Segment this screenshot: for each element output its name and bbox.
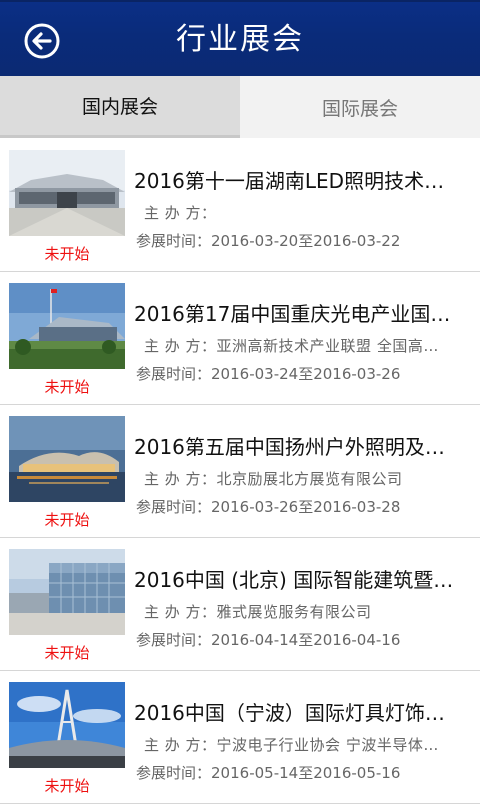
dates-label: 参展时间： [136,365,212,383]
expo-title: 2016第十一届湖南LED照明技术… [134,169,445,193]
dates-value: 2016-05-14至2016-05-16 [211,764,401,782]
expo-list: 未开始 2016第十一届湖南LED照明技术… 主 办 方： 参展时间：2016-… [0,139,480,804]
expo-dates: 参展时间：2016-03-20至2016-03-22 [136,230,466,251]
status-badge: 未开始 [44,511,90,529]
status-badge: 未开始 [44,644,90,662]
expo-thumbnail [9,283,125,369]
organizer-label: 主 办 方： [144,470,217,488]
tab-bar: 国内展会 国际展会 [0,76,480,138]
expo-list-item[interactable]: 未开始 2016中国 (北京) 国际智能建筑暨… 主 办 方：雅式展览服务有限公… [0,538,480,671]
app-header: 行业展会 [0,0,480,76]
tab-international-expos[interactable]: 国际展会 [240,76,480,138]
expo-thumbnail [9,549,125,635]
expo-title: 2016中国（宁波）国际灯具灯饰… [134,701,445,725]
status-badge: 未开始 [44,378,90,396]
expo-thumbnail [9,416,125,502]
expo-dates: 参展时间：2016-03-26至2016-03-28 [136,496,466,517]
organizer-label: 主 办 方： [144,736,217,754]
expo-thumbnail [9,150,125,236]
expo-organizer: 主 办 方：宁波电子行业协会 宁波半导体… [144,734,466,755]
tab-domestic-expos[interactable]: 国内展会 [0,76,240,138]
organizer-label: 主 办 方： [144,204,217,222]
expo-list-item[interactable]: 未开始 2016第17届中国重庆光电产业国… 主 办 方：亚洲高新技术产业联盟 … [0,272,480,405]
expo-list-item[interactable]: 未开始 2016第十一届湖南LED照明技术… 主 办 方： 参展时间：2016-… [0,139,480,272]
expo-title: 2016第五届中国扬州户外照明及… [134,435,445,459]
status-badge: 未开始 [44,245,90,263]
dates-value: 2016-03-20至2016-03-22 [211,232,401,250]
expo-thumbnail [9,682,125,768]
dates-label: 参展时间： [136,498,212,516]
expo-title: 2016第17届中国重庆光电产业国… [134,302,451,326]
expo-dates: 参展时间：2016-04-14至2016-04-16 [136,629,466,650]
expo-dates: 参展时间：2016-05-14至2016-05-16 [136,762,466,783]
organizer-value: 北京励展北方展览有限公司 [216,470,403,488]
dates-value: 2016-03-24至2016-03-26 [211,365,401,383]
expo-organizer: 主 办 方：北京励展北方展览有限公司 [144,468,466,489]
expo-organizer: 主 办 方：雅式展览服务有限公司 [144,601,466,622]
organizer-label: 主 办 方： [144,337,217,355]
expo-organizer: 主 办 方： [144,202,466,223]
dates-label: 参展时间： [136,631,212,649]
dates-value: 2016-04-14至2016-04-16 [211,631,401,649]
organizer-value: 亚洲高新技术产业联盟 全国高… [216,337,439,355]
expo-organizer: 主 办 方：亚洲高新技术产业联盟 全国高… [144,335,466,356]
page-title: 行业展会 [176,22,304,57]
expo-dates: 参展时间：2016-03-24至2016-03-26 [136,363,466,384]
expo-list-item[interactable]: 未开始 2016中国（宁波）国际灯具灯饰… 主 办 方：宁波电子行业协会 宁波半… [0,671,480,804]
organizer-label: 主 办 方： [144,603,217,621]
expo-title: 2016中国 (北京) 国际智能建筑暨… [134,568,454,592]
dates-label: 参展时间： [136,232,212,250]
organizer-value: 雅式展览服务有限公司 [216,603,372,621]
expo-list-item[interactable]: 未开始 2016第五届中国扬州户外照明及… 主 办 方：北京励展北方展览有限公司… [0,405,480,538]
dates-value: 2016-03-26至2016-03-28 [211,498,401,516]
dates-label: 参展时间： [136,764,212,782]
organizer-value: 宁波电子行业协会 宁波半导体… [216,736,439,754]
status-badge: 未开始 [44,777,90,795]
